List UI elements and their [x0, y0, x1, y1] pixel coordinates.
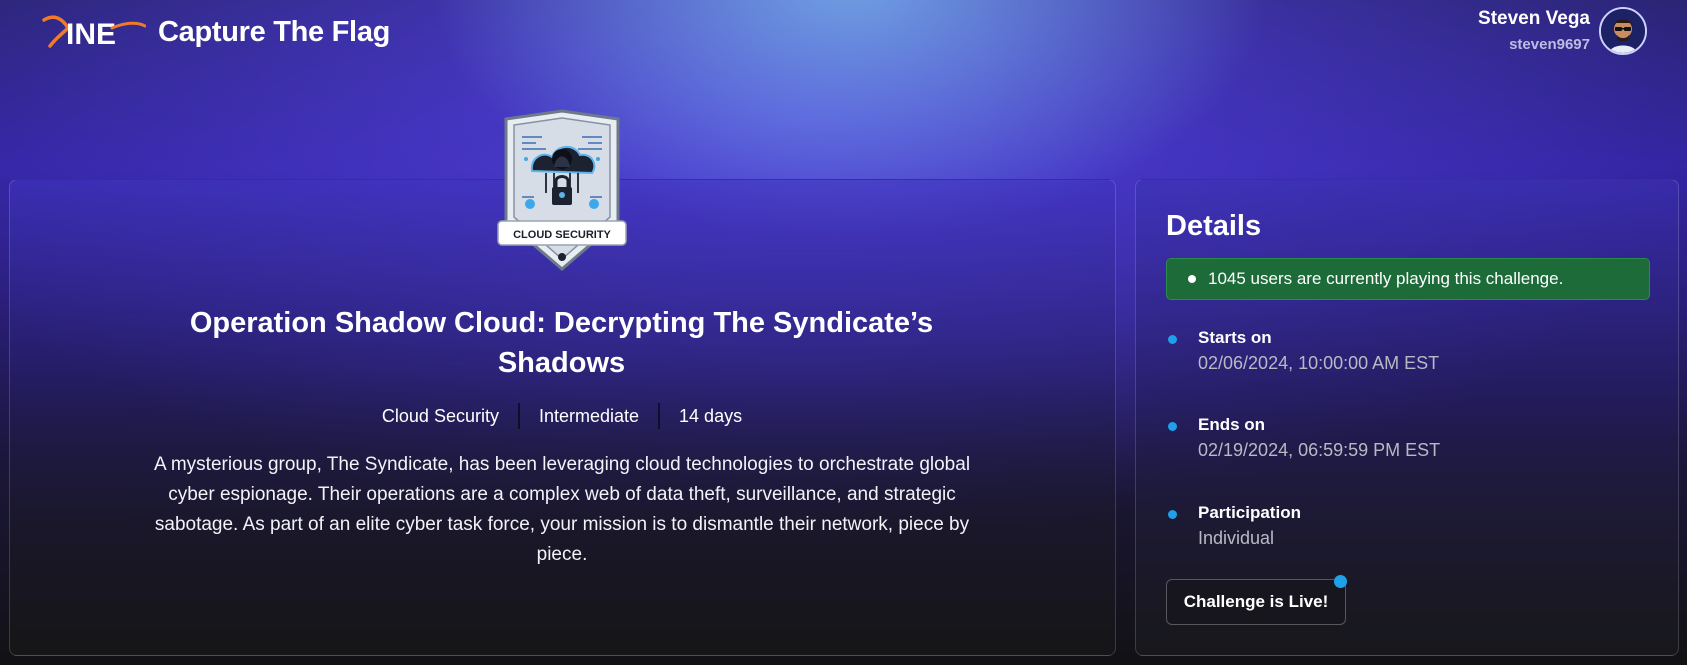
challenge-level: Intermediate	[517, 403, 658, 429]
ends-on-value: 02/19/2024, 06:59:59 PM EST	[1198, 440, 1441, 460]
ine-logo-icon[interactable]: INE	[42, 12, 146, 52]
app-title: Capture The Flag	[158, 15, 391, 48]
logo-text: INE	[66, 18, 116, 51]
user-handle: steven9697	[1509, 36, 1590, 53]
challenge-live-button[interactable]: Challenge is Live!	[1166, 579, 1346, 625]
cloud-security-badge-icon: CLOUD SECURITY	[497, 109, 627, 271]
live-players-banner: 1045 users are currently playing this ch…	[1166, 258, 1650, 300]
bullet-dot-icon	[1168, 335, 1177, 344]
avatar[interactable]	[1599, 7, 1647, 55]
challenge-description: A mysterious group, The Syndicate, has b…	[153, 454, 971, 565]
badge-label: CLOUD SECURITY	[513, 229, 611, 241]
live-players-text: 1045 users are currently playing this ch…	[1208, 269, 1564, 288]
user-name: Steven Vega	[1478, 8, 1590, 29]
bullet-dot-icon	[1168, 422, 1177, 431]
ends-on-label: Ends on	[1198, 415, 1266, 434]
starts-on-value: 02/06/2024, 10:00:00 AM EST	[1198, 353, 1440, 373]
challenge-duration: 14 days	[658, 403, 761, 429]
brand[interactable]: INE Capture The Flag	[42, 12, 390, 52]
starts-on-label: Starts on	[1198, 328, 1272, 347]
user-avatar-icon	[1601, 9, 1645, 53]
participation-label: Participation	[1198, 503, 1301, 522]
bullet-dot-icon	[1168, 510, 1177, 519]
live-dot-icon	[1188, 275, 1196, 283]
challenge-title: Operation Shadow Cloud: Decrypting The S…	[189, 307, 934, 379]
challenge-category: Cloud Security	[381, 406, 499, 426]
participation-value: Individual	[1198, 528, 1275, 548]
challenge-meta: Cloud Security Intermediate 14 days	[0, 403, 1124, 429]
live-indicator-icon	[1334, 575, 1347, 588]
user-info[interactable]: Steven Vega steven9697	[1478, 8, 1590, 53]
details-title: Details	[1166, 210, 1262, 242]
details-panel: Details 1045 users are currently playing…	[1135, 179, 1679, 656]
